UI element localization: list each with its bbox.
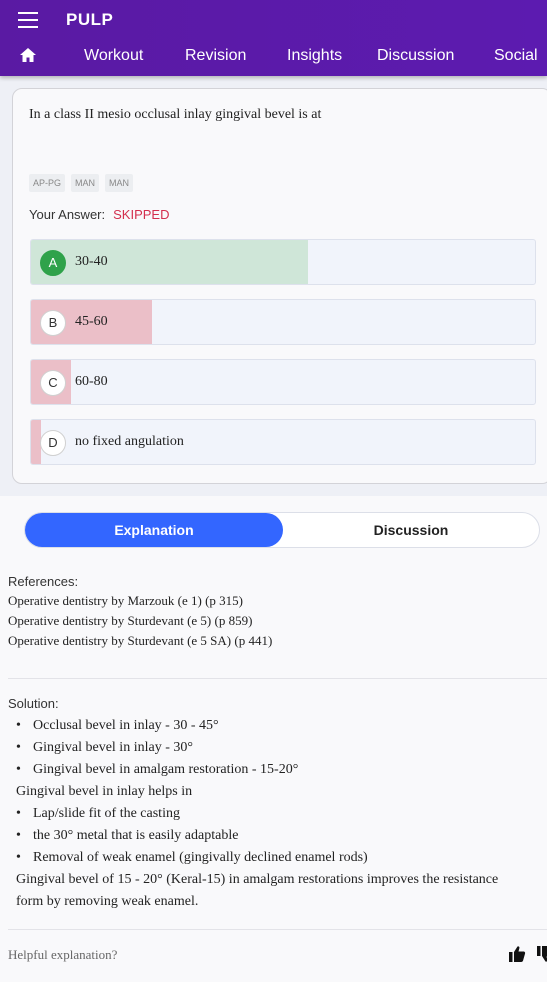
solution-bullet: Lap/slide fit of the casting	[8, 803, 547, 825]
option-c-text: 60-80	[75, 374, 108, 389]
reference-item: Operative dentistry by Marzouk (e 1) (p …	[8, 593, 244, 608]
option-d[interactable]: D no fixed angulation	[30, 419, 536, 465]
reference-item: Operative dentistry by Sturdevant (e 5 S…	[8, 633, 273, 648]
explanation-tab[interactable]: Explanation	[25, 513, 283, 547]
solution-paragraph: form by removing weak enamel.	[16, 894, 199, 909]
option-a-percent-bar	[31, 240, 309, 284]
option-a-text: 30-40	[75, 254, 108, 269]
tab-social[interactable]: Social	[494, 47, 538, 65]
tag: AP-PG	[29, 174, 66, 192]
app-title: PULP	[66, 10, 114, 29]
option-a-letter: A	[40, 250, 66, 276]
solution-bullet: Removal of weak enamel (gingivally decli…	[8, 847, 547, 869]
solution: Solution: Occlusal bevel in inlay - 30 -…	[8, 696, 547, 913]
solution-bullet: the 30° metal that is easily adaptable	[8, 825, 547, 847]
divider	[8, 678, 547, 679]
discussion-tab[interactable]: Discussion	[283, 513, 539, 547]
thumbs-up-icon[interactable]	[508, 945, 526, 963]
option-c[interactable]: C 60-80	[30, 359, 536, 405]
explanation-panel: Explanation Discussion References: Opera…	[0, 496, 547, 982]
solution-heading: Solution:	[8, 696, 59, 711]
divider	[8, 929, 547, 930]
option-b-text: 45-60	[75, 314, 108, 329]
reference-item: Operative dentistry by Sturdevant (e 5) …	[8, 613, 253, 628]
home-icon[interactable]	[19, 47, 37, 63]
menu-icon[interactable]	[18, 12, 38, 28]
solution-paragraph: Gingival bevel of 15 - 20° (Keral-15) in…	[16, 872, 499, 887]
your-answer: Your Answer: SKIPPED	[29, 207, 169, 222]
tab-insights[interactable]: Insights	[287, 47, 342, 65]
option-b[interactable]: B 45-60	[30, 299, 536, 345]
answer-status: SKIPPED	[113, 207, 170, 222]
app-bar: PULP Workout Revision Insights Discussio…	[0, 0, 547, 76]
references: References: Operative dentistry by Marzo…	[8, 574, 272, 651]
option-a[interactable]: A 30-40	[30, 239, 536, 285]
tab-revision[interactable]: Revision	[185, 47, 246, 65]
option-d-letter: D	[40, 430, 66, 456]
tag: MAN	[71, 174, 100, 192]
solution-bullet: Gingival bevel in inlay - 30°	[8, 737, 547, 759]
question-text: In a class II mesio occlusal inlay gingi…	[29, 107, 322, 122]
solution-bullet: Occlusal bevel in inlay - 30 - 45°	[8, 715, 547, 737]
thumbs-down-icon[interactable]	[536, 945, 547, 963]
your-answer-label: Your Answer:	[29, 207, 106, 222]
helpful-prompt: Helpful explanation?	[8, 947, 118, 962]
solution-bullet: Gingival bevel in amalgam restoration - …	[8, 759, 547, 781]
option-b-letter: B	[40, 310, 66, 336]
question-card: In a class II mesio occlusal inlay gingi…	[12, 88, 547, 484]
solution-paragraph: Gingival bevel in inlay helps in	[16, 784, 193, 799]
tab-discussion[interactable]: Discussion	[377, 47, 454, 65]
option-d-text: no fixed angulation	[75, 434, 184, 449]
references-heading: References:	[8, 574, 79, 589]
tab-workout[interactable]: Workout	[84, 47, 143, 65]
tag: MAN	[105, 174, 134, 192]
option-c-letter: C	[40, 370, 66, 396]
explanation-discussion-toggle: Explanation Discussion	[24, 512, 540, 548]
tag-list: AP-PG MAN MAN	[29, 174, 134, 192]
